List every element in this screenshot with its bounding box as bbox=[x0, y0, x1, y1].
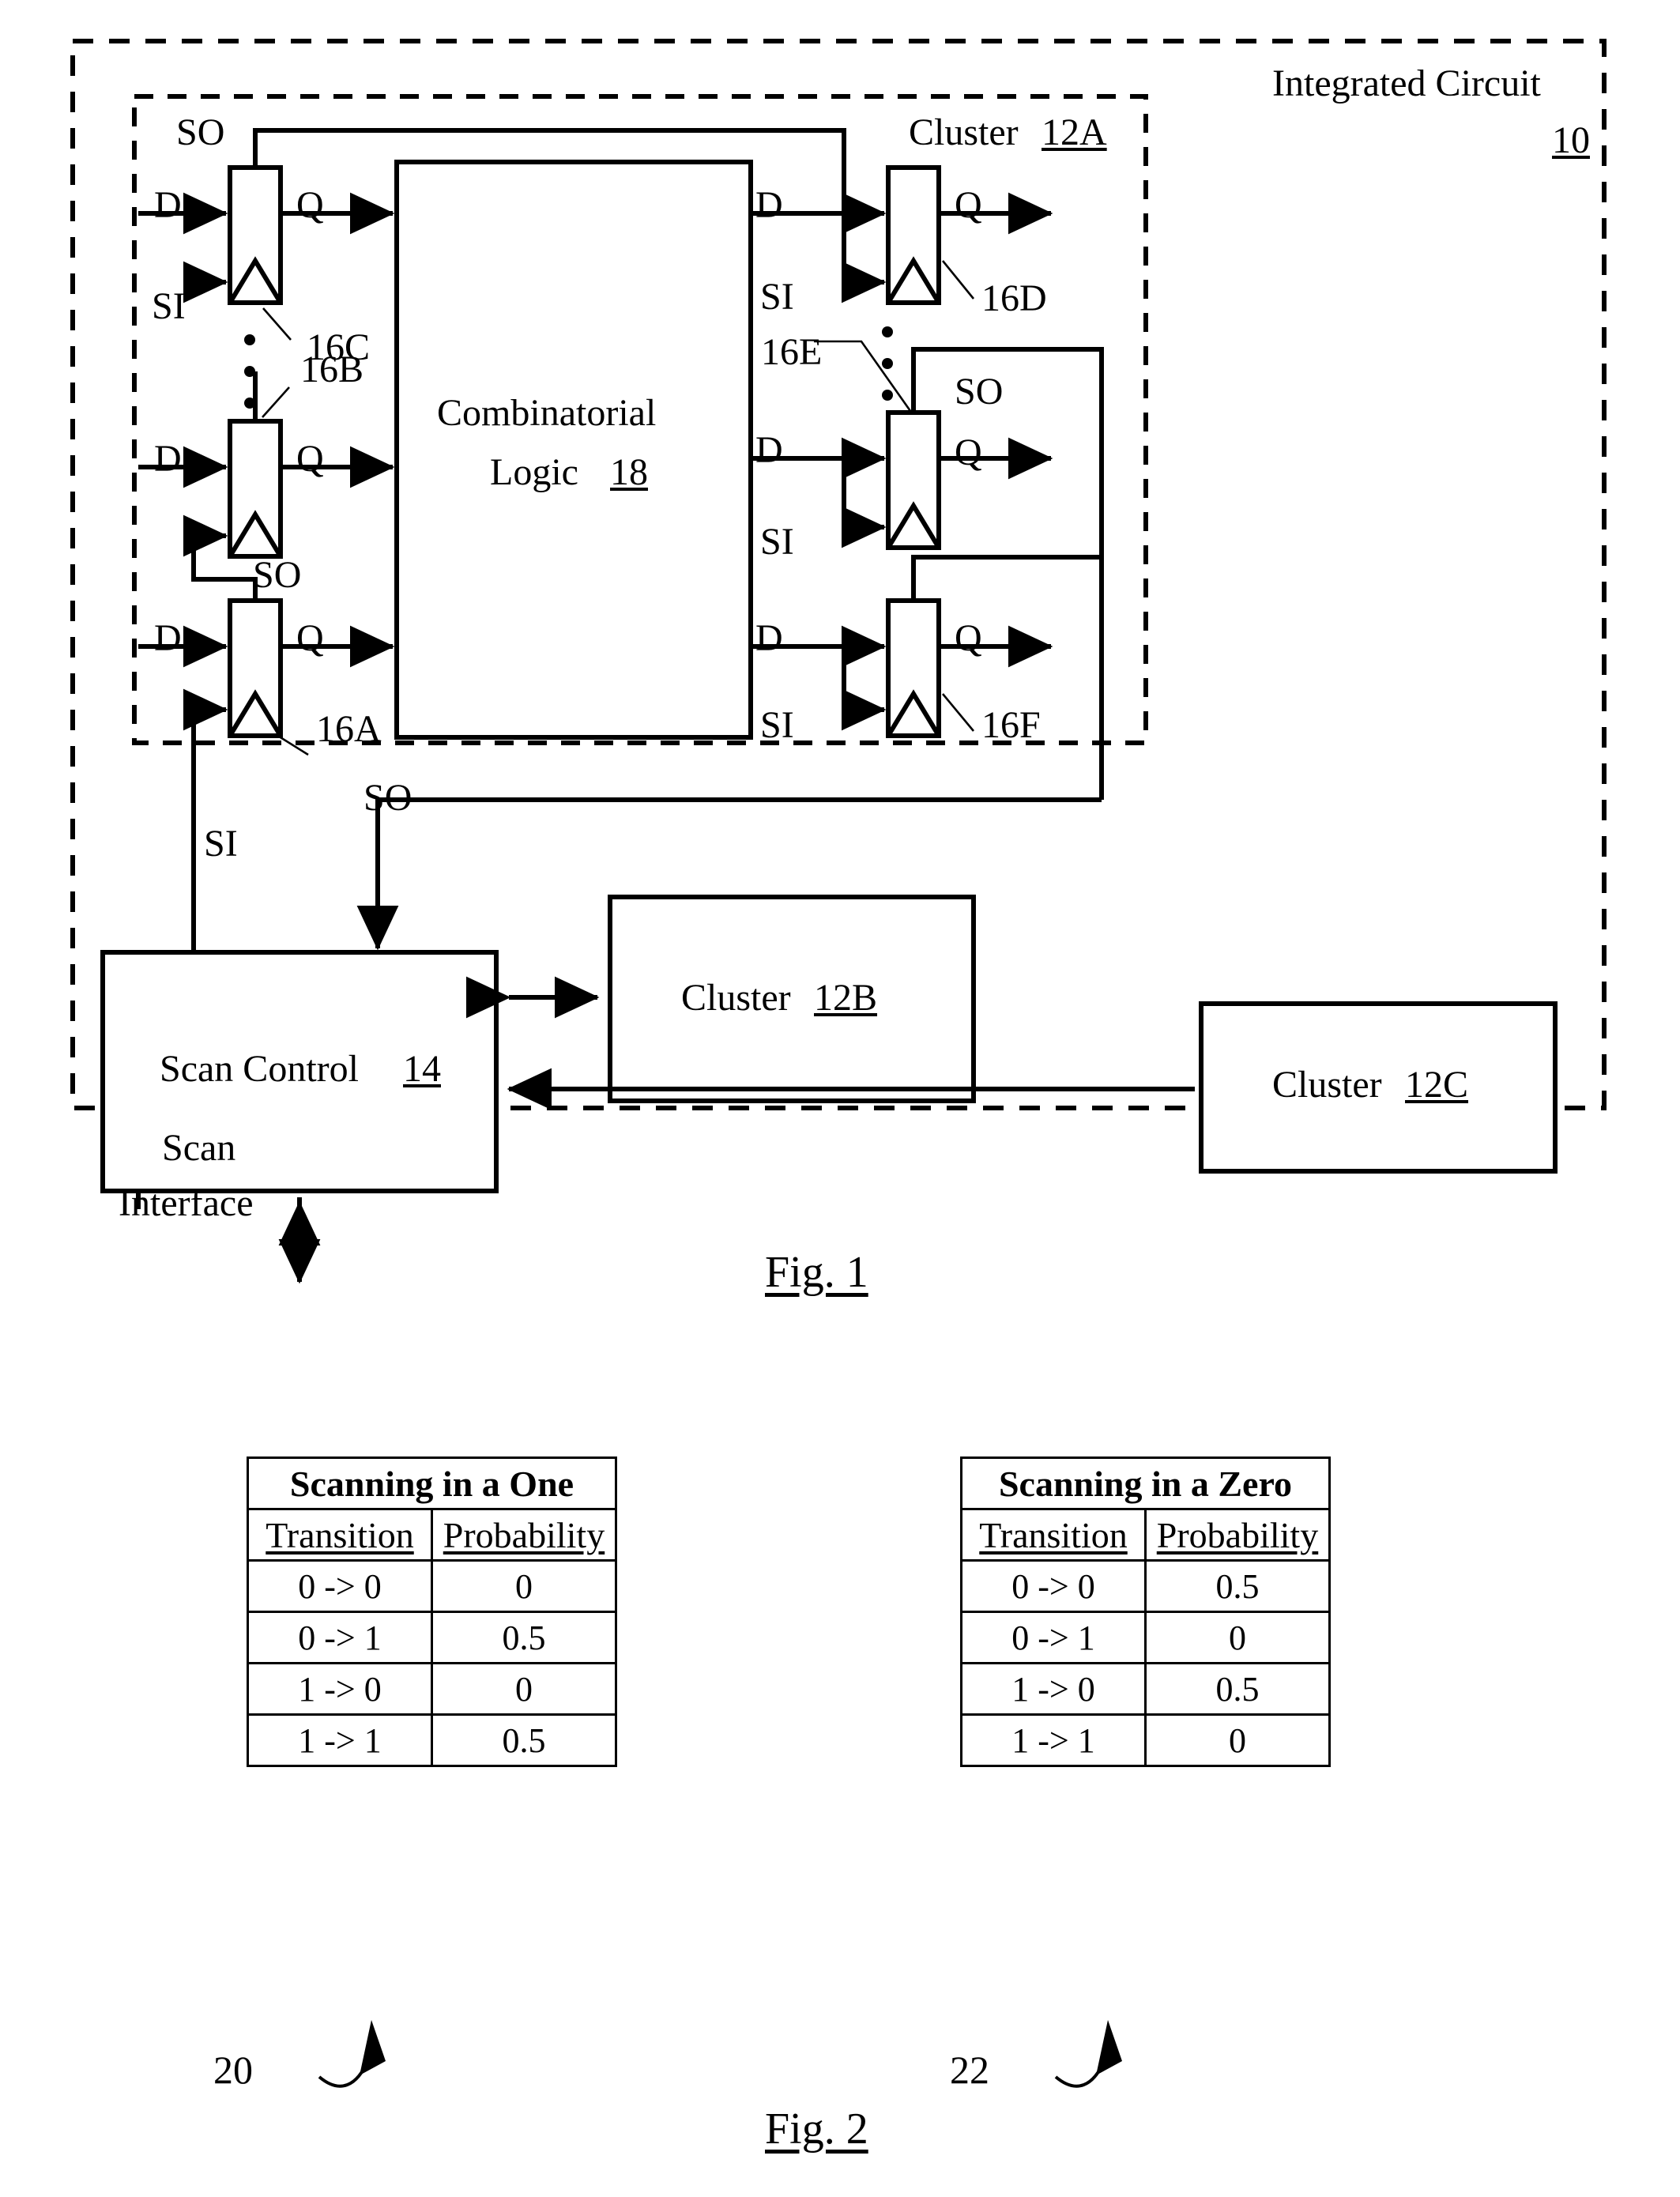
cell-transition: 1 -> 0 bbox=[247, 1662, 433, 1716]
ref-16f: 16F bbox=[981, 704, 1041, 746]
signal-so-mid-left: SO bbox=[253, 554, 302, 596]
cell-transition: 0 -> 0 bbox=[247, 1559, 433, 1613]
table-title: Scanning in a One bbox=[247, 1457, 617, 1510]
cell-probability: 0.5 bbox=[431, 1611, 617, 1664]
column-header-probability: Probability bbox=[431, 1508, 617, 1562]
pin-d-16f: D bbox=[755, 617, 783, 659]
table-title-row: Scanning in a One bbox=[247, 1457, 617, 1510]
table-header-row: Transition Probability bbox=[247, 1508, 617, 1562]
combinatorial-logic-box bbox=[394, 160, 753, 740]
scan-control-ref: 14 bbox=[403, 1048, 441, 1090]
scan-control-label: Scan Control bbox=[160, 1048, 359, 1090]
table-row: 0 -> 0 0.5 bbox=[960, 1559, 1331, 1613]
table-title-row: Scanning in a Zero bbox=[960, 1457, 1331, 1510]
figure-2-caption: Fig. 2 bbox=[765, 2105, 868, 2154]
pin-d-16a: D bbox=[154, 617, 182, 659]
column-header-transition: Transition bbox=[247, 1508, 433, 1562]
cell-transition: 0 -> 0 bbox=[960, 1559, 1147, 1613]
combinatorial-logic-ref: 18 bbox=[610, 451, 648, 493]
pin-q-16b: Q bbox=[296, 438, 324, 480]
pin-q-16e: Q bbox=[955, 431, 982, 473]
table-row: 1 -> 0 0.5 bbox=[960, 1662, 1331, 1716]
ref-20: 20 bbox=[213, 2048, 253, 2092]
ref-22-arrowhead bbox=[1096, 2020, 1122, 2075]
ref-16d: 16D bbox=[981, 277, 1047, 319]
pin-d-16c: D bbox=[154, 184, 182, 226]
column-header-transition: Transition bbox=[960, 1508, 1147, 1562]
cluster-12b-ref: 12B bbox=[814, 977, 878, 1019]
table-row: 0 -> 0 0 bbox=[247, 1559, 617, 1613]
cluster-12a-ref: 12A bbox=[1042, 111, 1107, 153]
patent-drawing-sheet: Integrated Circuit 10 Cluster 12A Combin… bbox=[0, 0, 1680, 2197]
pin-so-16e: SO bbox=[955, 371, 1004, 413]
ref-22: 22 bbox=[950, 2048, 989, 2092]
cluster-12a-label: Cluster bbox=[909, 111, 1019, 153]
figure-1-caption: Fig. 1 bbox=[765, 1248, 868, 1297]
integrated-circuit-label: Integrated Circuit bbox=[1272, 62, 1541, 104]
pin-q-16a: Q bbox=[296, 617, 324, 659]
pin-si-16d: SI bbox=[760, 276, 794, 318]
cluster-12c-ref: 12C bbox=[1405, 1064, 1469, 1106]
cell-probability: 0 bbox=[431, 1559, 617, 1613]
ref-16e: 16E bbox=[761, 331, 823, 373]
pin-q-16c: Q bbox=[296, 184, 324, 226]
scanning-in-a-one-table: Scanning in a One Transition Probability… bbox=[247, 1457, 617, 1767]
cell-probability: 0.5 bbox=[1144, 1559, 1331, 1613]
scan-interface-line2: Interface bbox=[119, 1182, 254, 1224]
cell-transition: 1 -> 0 bbox=[960, 1662, 1147, 1716]
signal-si-bottom: SI bbox=[204, 823, 238, 865]
table-title: Scanning in a Zero bbox=[960, 1457, 1331, 1510]
signal-so-bottom: SO bbox=[363, 777, 412, 819]
combinatorial-logic-line2: Logic bbox=[490, 451, 578, 493]
cluster-12c-label: Cluster bbox=[1272, 1064, 1382, 1106]
ref-16a: 16A bbox=[316, 708, 382, 750]
combinatorial-logic-line1: Combinatorial bbox=[437, 392, 657, 434]
pin-d-16e: D bbox=[755, 429, 783, 471]
cell-transition: 0 -> 1 bbox=[247, 1611, 433, 1664]
table-row: 1 -> 0 0 bbox=[247, 1662, 617, 1716]
scan-interface-line1: Scan bbox=[162, 1127, 236, 1169]
table-row: 1 -> 1 0.5 bbox=[247, 1713, 617, 1767]
signal-so-top-left: SO bbox=[176, 111, 225, 153]
ellipsis-right-dots bbox=[882, 326, 893, 401]
cell-probability: 0 bbox=[1144, 1611, 1331, 1664]
table-row: 1 -> 1 0 bbox=[960, 1713, 1331, 1767]
table-header-row: Transition Probability bbox=[960, 1508, 1331, 1562]
cell-transition: 1 -> 1 bbox=[247, 1713, 433, 1767]
pin-d-16d: D bbox=[755, 184, 783, 226]
cluster-12b-box bbox=[608, 895, 976, 1103]
pin-si-16c: SI bbox=[152, 285, 186, 327]
table-row: 0 -> 1 0 bbox=[960, 1611, 1331, 1664]
cell-transition: 0 -> 1 bbox=[960, 1611, 1147, 1664]
cell-probability: 0 bbox=[1144, 1713, 1331, 1767]
cell-transition: 1 -> 1 bbox=[960, 1713, 1147, 1767]
pin-q-16d: Q bbox=[955, 184, 982, 226]
ref-20-arrowhead bbox=[360, 2020, 386, 2075]
pin-si-16e: SI bbox=[760, 521, 794, 563]
cell-probability: 0 bbox=[431, 1662, 617, 1716]
pin-si-16f: SI bbox=[760, 704, 794, 746]
cluster-12b-label: Cluster bbox=[681, 977, 791, 1019]
ref-16b: 16B bbox=[300, 349, 364, 390]
integrated-circuit-ref: 10 bbox=[1552, 119, 1590, 161]
table-row: 0 -> 1 0.5 bbox=[247, 1611, 617, 1664]
cell-probability: 0.5 bbox=[1144, 1662, 1331, 1716]
cell-probability: 0.5 bbox=[431, 1713, 617, 1767]
column-header-probability: Probability bbox=[1144, 1508, 1331, 1562]
pin-q-16f: Q bbox=[955, 617, 982, 659]
pin-d-16b: D bbox=[154, 438, 182, 480]
scanning-in-a-zero-table: Scanning in a Zero Transition Probabilit… bbox=[960, 1457, 1331, 1767]
